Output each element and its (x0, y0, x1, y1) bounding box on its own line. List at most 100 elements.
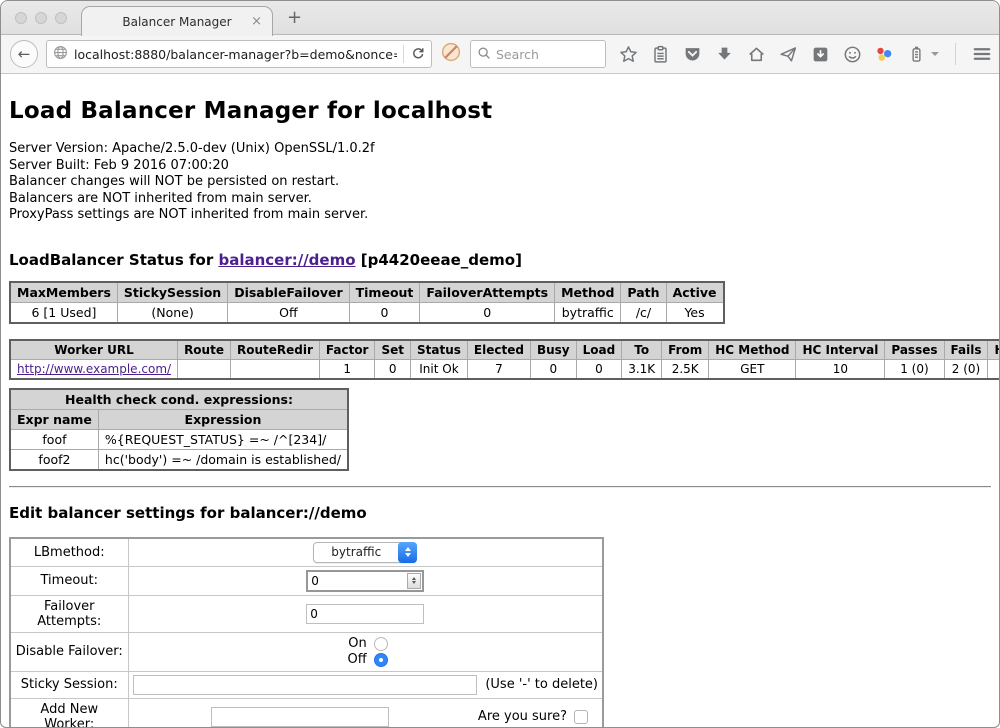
column-header: Set (375, 340, 411, 360)
search-input[interactable] (496, 47, 586, 62)
table-cell: 1 (0) (885, 359, 944, 379)
column-header: Route (178, 340, 231, 360)
new-tab-button[interactable]: + (287, 9, 302, 27)
column-header: DisableFailover (228, 282, 349, 303)
table-cell (178, 359, 231, 379)
form-row: Sticky Session: (Use '-' to delete) (10, 671, 603, 698)
table-row: foof2 hc('body') =~ /domain is establish… (10, 449, 348, 470)
page-content: Load Balancer Manager for localhost Serv… (1, 74, 999, 728)
zoom-window-button[interactable] (55, 12, 67, 24)
health-check-table: Health check cond. expressions: Expr nam… (9, 388, 349, 471)
back-icon: ← (18, 45, 31, 63)
column-header: Busy (530, 340, 576, 360)
form-row: Failover Attempts: (10, 595, 603, 632)
column-header: Timeout (349, 282, 420, 303)
table-header-row: Health check cond. expressions: (10, 389, 348, 410)
divider (403, 45, 404, 63)
menu-icon[interactable] (972, 44, 992, 64)
notice-balancers: Balancers are NOT inherited from main se… (9, 191, 991, 208)
timeout-input-wrap (306, 570, 424, 592)
radio-off-label: Off (343, 652, 367, 668)
column-header: Expr name (10, 409, 98, 429)
radio-on-label: On (343, 636, 367, 652)
worker-url-link[interactable]: http://www.example.com/ (17, 362, 171, 376)
reading-list-icon[interactable] (651, 45, 670, 64)
disable-failover-on-radio[interactable] (374, 637, 388, 651)
column-header: Factor (319, 340, 375, 360)
table-cell: foof (10, 429, 98, 449)
chat-smiley-icon[interactable] (843, 45, 862, 64)
confirm-label: Are you sure? (478, 709, 567, 724)
confirm-checkbox[interactable] (574, 710, 588, 724)
dropdown-caret-icon[interactable] (931, 52, 939, 56)
close-window-button[interactable] (15, 12, 27, 24)
table-cell (988, 359, 999, 379)
browser-window: Balancer Manager × + ← localhost:8880/ba… (0, 0, 1000, 728)
server-built: Server Built: Feb 9 2016 07:00:20 (9, 158, 991, 175)
panel-download-icon[interactable] (811, 45, 830, 64)
timeout-label: Timeout: (10, 566, 128, 595)
disable-failover-off-radio[interactable] (374, 653, 388, 667)
globe-icon (53, 45, 68, 64)
image-block-icon[interactable] (440, 41, 462, 67)
tab-close-icon[interactable]: × (251, 14, 262, 29)
status-heading-prefix: LoadBalancer Status for (9, 251, 218, 269)
server-info: Server Version: Apache/2.5.0-dev (Unix) … (9, 141, 991, 224)
server-version: Server Version: Apache/2.5.0-dev (Unix) … (9, 141, 991, 158)
pocket-icon[interactable] (683, 45, 702, 64)
column-header: Fails (944, 340, 988, 360)
tab-bar: Balancer Manager × + (1, 1, 999, 35)
table-row: http://www.example.com/ 1 0 Init Ok 7 0 … (10, 359, 999, 379)
form-field-cell: Are you sure? (128, 698, 603, 728)
browser-tab[interactable]: Balancer Manager × (81, 6, 273, 36)
back-button[interactable]: ← (10, 40, 38, 68)
form-row: Add New Worker: Are you sure? (10, 698, 603, 728)
status-heading-suffix: [p4420eeae_demo] (356, 251, 522, 269)
column-header: RouteRedir (230, 340, 319, 360)
battery-icon[interactable] (907, 45, 926, 64)
select-stepper-icon (398, 542, 417, 563)
download-icon[interactable] (715, 45, 734, 64)
timeout-input[interactable] (308, 574, 407, 588)
reload-icon[interactable] (410, 45, 425, 64)
add-worker-input[interactable] (211, 707, 389, 727)
column-header: StickySession (117, 282, 227, 303)
search-bar[interactable] (470, 40, 606, 68)
disable-failover-label: Disable Failover: (10, 632, 128, 671)
page-title: Load Balancer Manager for localhost (9, 98, 991, 124)
number-spinner-icon[interactable] (407, 573, 421, 589)
table-cell: 0 (375, 359, 411, 379)
column-header: MaxMembers (10, 282, 117, 303)
balancer-demo-link[interactable]: balancer://demo (218, 251, 355, 269)
column-header: FailoverAttempts (420, 282, 555, 303)
table-cell: hc('body') =~ /domain is established/ (98, 449, 348, 470)
table-cell: 3.1K (622, 359, 662, 379)
table-cell: 0 (576, 359, 622, 379)
toolbar-separator (955, 43, 956, 65)
form-field-cell: bytraffic (128, 538, 603, 567)
url-bar[interactable]: localhost:8880/balancer-manager?b=demo&n… (46, 40, 432, 68)
table-cell: %{REQUEST_STATUS} =~ /^[234]/ (98, 429, 348, 449)
bookmark-star-icon[interactable] (619, 45, 638, 64)
column-header: Active (666, 282, 723, 303)
home-icon[interactable] (747, 45, 766, 64)
health-table-title: Health check cond. expressions: (10, 389, 348, 410)
lbmethod-select[interactable]: bytraffic (313, 542, 417, 563)
table-header-row: Expr name Expression (10, 409, 348, 429)
loadbalancer-status-heading: LoadBalancer Status for balancer://demo … (9, 251, 991, 269)
minimize-window-button[interactable] (35, 12, 47, 24)
column-header: To (622, 340, 662, 360)
table-cell: 6 [1 Used] (10, 302, 117, 323)
column-header: Expression (98, 409, 348, 429)
colorful-addon-icon[interactable] (875, 45, 894, 64)
failover-attempts-input[interactable] (306, 604, 424, 624)
navigation-toolbar: ← localhost:8880/balancer-manager?b=demo… (1, 35, 999, 74)
sticky-session-input[interactable] (133, 675, 478, 695)
worker-table: Worker URL Route RouteRedir Factor Set S… (9, 339, 999, 380)
form-field-cell (128, 595, 603, 632)
window-controls (15, 12, 67, 24)
sticky-session-label: Sticky Session: (10, 671, 128, 698)
form-field-cell (128, 566, 603, 595)
table-cell: 1 (319, 359, 375, 379)
send-icon[interactable] (779, 45, 798, 64)
